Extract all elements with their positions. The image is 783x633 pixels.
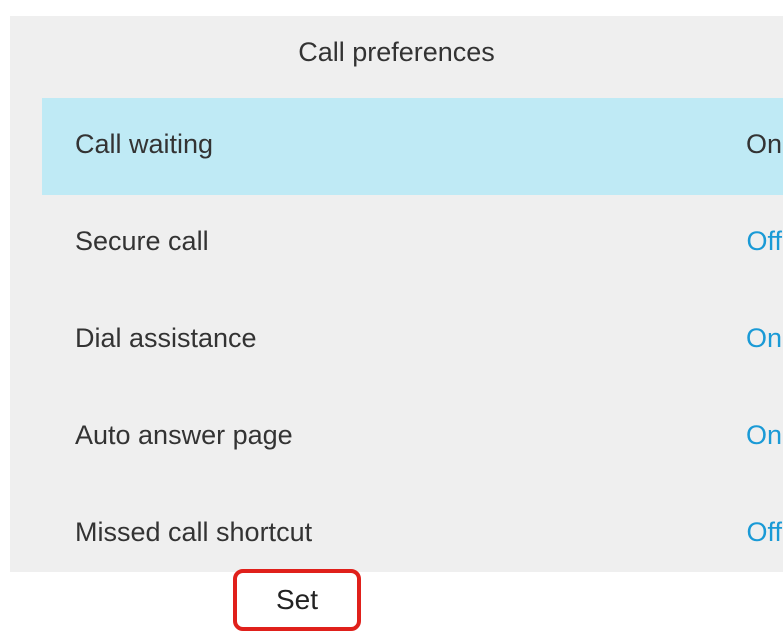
settings-list: Call waiting On Secure call Off Dial ass… xyxy=(42,98,783,583)
setting-row-auto-answer-page[interactable]: Auto answer page On xyxy=(42,389,783,486)
setting-label: Secure call xyxy=(75,226,209,256)
setting-value: On xyxy=(745,420,782,450)
setting-value: Off xyxy=(746,517,782,547)
set-softkey-button[interactable]: Set xyxy=(233,569,361,631)
setting-value: Off xyxy=(746,226,782,256)
setting-label: Auto answer page xyxy=(75,420,293,450)
page-title: Call preferences xyxy=(298,37,495,67)
setting-label: Dial assistance xyxy=(75,323,257,353)
call-preferences-panel: Call preferences Call waiting On Secure … xyxy=(10,16,783,572)
setting-row-call-waiting[interactable]: Call waiting On xyxy=(42,98,783,195)
setting-row-dial-assistance[interactable]: Dial assistance On xyxy=(42,292,783,389)
setting-value: On xyxy=(745,129,782,159)
setting-row-secure-call[interactable]: Secure call Off xyxy=(42,195,783,292)
setting-value: On xyxy=(745,323,782,353)
setting-row-missed-call-shortcut[interactable]: Missed call shortcut Off xyxy=(42,486,783,583)
phone-screen: Call preferences Call waiting On Secure … xyxy=(0,0,783,633)
setting-label: Call waiting xyxy=(75,129,214,159)
